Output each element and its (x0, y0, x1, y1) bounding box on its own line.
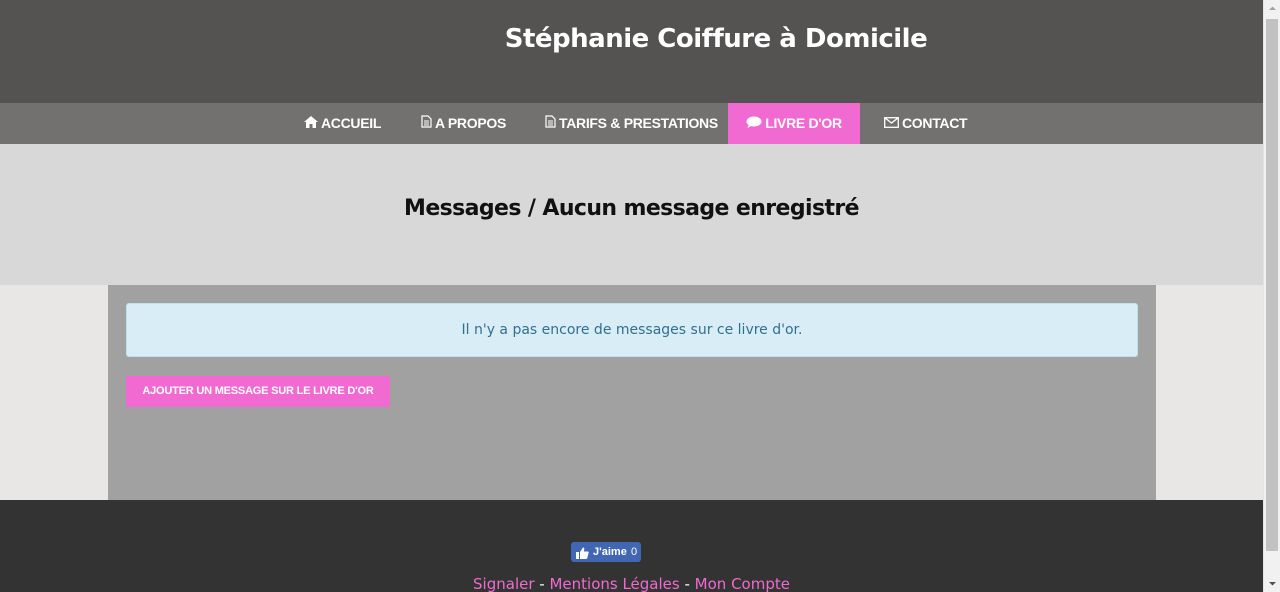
legal-notice-link[interactable]: Mentions Légales (549, 575, 679, 592)
document-icon (545, 103, 556, 144)
vertical-scrollbar[interactable] (1263, 0, 1280, 592)
nav-item-label: A PROPOS (435, 115, 506, 131)
site-footer: J'aime 0 Signaler - Mentions Légales - M… (0, 500, 1263, 592)
document-icon (421, 103, 432, 144)
scroll-down-arrow-icon[interactable] (1264, 575, 1280, 592)
facebook-like-button[interactable]: J'aime 0 (571, 542, 641, 562)
my-account-link[interactable]: Mon Compte (695, 575, 790, 592)
page-title-band: Messages / Aucun message enregistré (0, 144, 1263, 285)
speech-bubble-icon (746, 103, 762, 144)
link-separator: - (534, 575, 550, 592)
nav-item-a-propos[interactable]: A PROPOS (421, 103, 506, 144)
link-separator: - (679, 575, 695, 592)
nav-item-accueil[interactable]: ACCUEIL (304, 103, 381, 144)
nav-item-contact[interactable]: CONTACT (884, 103, 968, 144)
page-title: Messages / Aucun message enregistré (404, 196, 860, 221)
nav-item-label: TARIFS & PRESTATIONS (559, 115, 718, 131)
thumbs-up-icon (576, 546, 589, 566)
home-icon (304, 103, 318, 144)
site-header: Stéphanie Coiffure à Domicile (0, 0, 1263, 103)
like-count: 0 (631, 546, 638, 558)
like-label: J'aime (593, 546, 627, 558)
main-nav: ACCUEIL A PROPOS TARIFS & PRESTATIONS LI… (0, 103, 1263, 144)
nav-item-label: CONTACT (902, 115, 968, 131)
footer-links: Signaler - Mentions Légales - Mon Compte (0, 575, 1263, 592)
guestbook-content: Il n'y a pas encore de messages sur ce l… (108, 285, 1156, 500)
site-title: Stéphanie Coiffure à Domicile (504, 24, 928, 54)
empty-messages-alert: Il n'y a pas encore de messages sur ce l… (126, 303, 1138, 357)
nav-item-livre-d-or[interactable]: LIVRE D'OR (728, 103, 860, 144)
nav-item-tarifs-prestations[interactable]: TARIFS & PRESTATIONS (545, 103, 718, 144)
nav-item-label: LIVRE D'OR (765, 115, 842, 131)
scrollbar-thumb[interactable] (1266, 19, 1278, 551)
add-message-button[interactable]: AJOUTER UN MESSAGE SUR LE LIVRE D'OR (126, 376, 390, 407)
nav-item-label: ACCUEIL (321, 115, 382, 131)
page: Stéphanie Coiffure à Domicile ACCUEIL A … (0, 0, 1263, 592)
report-link[interactable]: Signaler (473, 575, 534, 592)
envelope-icon (884, 103, 899, 144)
scroll-up-arrow-icon[interactable] (1264, 0, 1280, 17)
